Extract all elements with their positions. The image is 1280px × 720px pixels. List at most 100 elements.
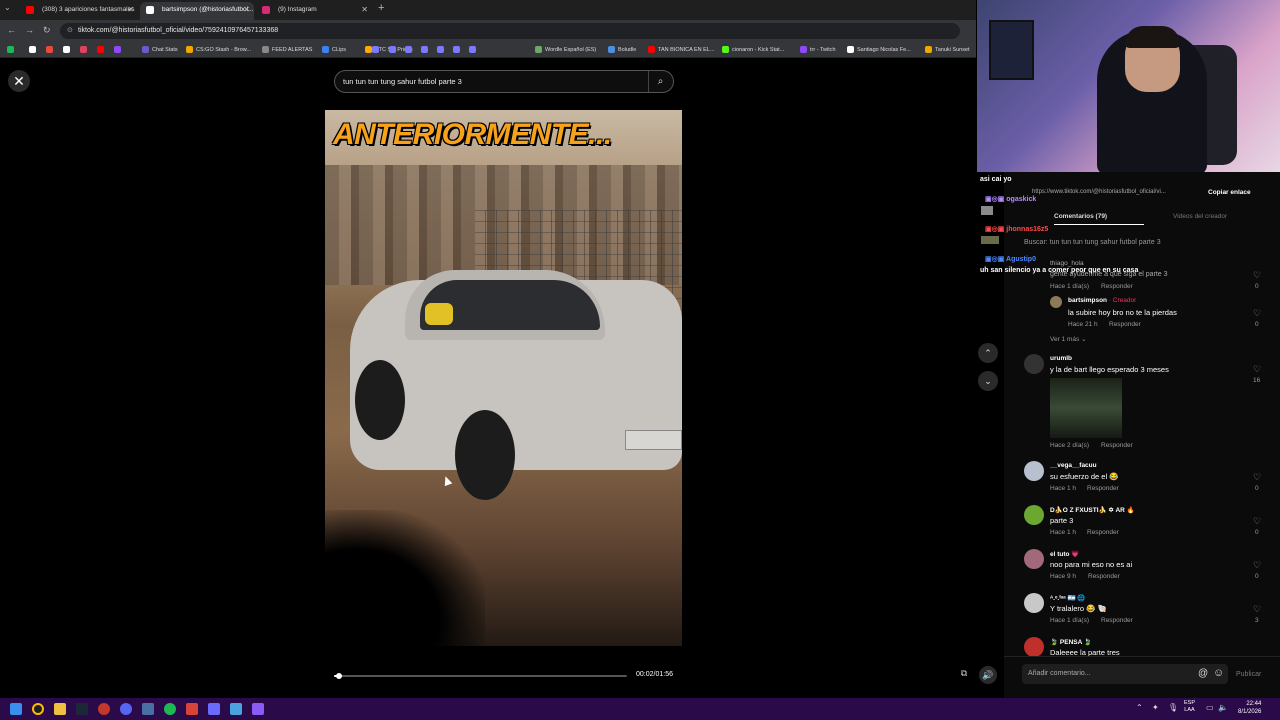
app-icon[interactable] <box>98 703 110 715</box>
mention-icon[interactable]: @ <box>1198 668 1208 679</box>
tab-instagram[interactable]: (9) Instagram ✕ <box>256 2 372 20</box>
avatar[interactable] <box>1024 593 1044 613</box>
new-tab-button[interactable]: + <box>378 2 384 14</box>
video-driver <box>425 303 453 325</box>
app-icon[interactable] <box>208 703 220 715</box>
bookmark-icon[interactable] <box>437 46 444 53</box>
site-info-icon[interactable]: ⊙ <box>67 23 73 39</box>
microphone-icon[interactable]: 🎙 <box>1168 703 1178 712</box>
reply-button[interactable]: Responder <box>1088 573 1120 580</box>
video-link: https://www.tiktok.com/@historiasfutbol_… <box>1032 189 1166 195</box>
close-video-button[interactable]: ✕ <box>8 70 30 92</box>
reply-button[interactable]: Responder <box>1101 442 1133 449</box>
next-video-button[interactable]: ⌄ <box>978 371 998 391</box>
avatar[interactable] <box>1024 549 1044 569</box>
bookmark-item[interactable]: trr - Twitch <box>800 45 836 55</box>
avatar[interactable] <box>1024 354 1044 374</box>
bookmark-item[interactable]: Chat Stats <box>142 45 178 55</box>
reply-button[interactable]: Responder <box>1087 485 1119 492</box>
discord-icon[interactable] <box>120 703 132 715</box>
keyboard-language[interactable]: ESP LAA <box>1184 700 1195 714</box>
comment-author[interactable]: D🍌O Z FXUSTI🍌 ✡ AR 🔥 <box>1050 506 1135 514</box>
bookmark-icon[interactable] <box>469 46 476 53</box>
tray-app-icon[interactable]: ✦ <box>1152 703 1159 712</box>
emoji-icon[interactable]: ☺ <box>1213 667 1224 679</box>
like-icon[interactable]: ♡ <box>1253 560 1261 571</box>
bookmark-icon[interactable] <box>453 46 460 53</box>
comment-author[interactable]: ᴬ.ᵉ.ᶠᵃᵃ 🇦🇷 🌐 <box>1050 594 1086 602</box>
copy-link-button[interactable]: Copiar enlace <box>1208 189 1251 196</box>
tab-creator-videos[interactable]: Videos del creador <box>1173 213 1227 220</box>
bookmark-item[interactable]: TAN BIONICA EN EL... <box>648 45 714 55</box>
avatar[interactable] <box>1024 461 1044 481</box>
floating-player-icon[interactable]: ⧉ <box>955 668 973 684</box>
tray-chevron-icon[interactable]: ⌃ <box>1136 703 1143 712</box>
search-input[interactable]: tun tun tun tung sahur futbol parte 3 <box>334 70 674 93</box>
comment-author[interactable]: bartsimpson · Creador <box>1068 297 1136 304</box>
bookmark-icon[interactable] <box>372 46 379 53</box>
bookmark-item[interactable]: Tanuki Sunset <box>925 45 970 55</box>
url-text: tiktok.com/@historiasfutbol_oficial/vide… <box>78 27 279 34</box>
steam-icon[interactable] <box>76 703 88 715</box>
bookmark-icon[interactable] <box>389 46 396 53</box>
bookmark-item[interactable]: FEED ALERTAS <box>262 45 312 55</box>
app-icon[interactable] <box>230 703 242 715</box>
like-icon[interactable]: ♡ <box>1253 364 1261 375</box>
bookmark-item[interactable]: Santiago Nicolas Fe... <box>847 45 911 55</box>
comment-image[interactable] <box>1050 378 1122 438</box>
tab-youtube[interactable]: (308) 3 apariciones fantasmales ✕ <box>20 2 138 20</box>
video-progress-knob[interactable] <box>335 673 342 679</box>
comment-author[interactable]: urumlb <box>1050 355 1072 362</box>
video-progress-bar[interactable] <box>334 675 627 677</box>
like-icon[interactable]: ♡ <box>1253 604 1261 615</box>
bookmark-item[interactable]: CS:GO Stash - Brow... <box>186 45 251 55</box>
avatar[interactable] <box>1024 505 1044 525</box>
network-icon[interactable]: ▭ <box>1206 703 1214 712</box>
volume-icon[interactable]: 🔈 <box>1218 703 1228 712</box>
video-player[interactable]: ANTERIORMENTE... <box>325 110 682 646</box>
like-icon[interactable]: ♡ <box>1253 472 1261 483</box>
bookmark-item[interactable]: Wordle Español (ES) <box>535 45 596 55</box>
like-icon[interactable]: ♡ <box>1253 516 1261 527</box>
app-icon[interactable] <box>252 703 264 715</box>
app-icon[interactable] <box>186 703 198 715</box>
search-hint[interactable]: Buscar: tun tun tun tung sahur futbol pa… <box>1024 239 1161 246</box>
volume-button[interactable]: 🔊 <box>979 666 997 684</box>
reload-icon[interactable]: ↻ <box>43 25 51 36</box>
back-icon[interactable]: ← <box>7 25 16 35</box>
like-icon[interactable]: ♡ <box>1253 308 1261 319</box>
search-icon[interactable]: ⌕ <box>648 71 672 92</box>
file-explorer-icon[interactable] <box>54 703 66 715</box>
avatar[interactable] <box>1024 637 1044 657</box>
avatar[interactable] <box>1050 296 1062 308</box>
bookmark-item[interactable]: cionaron - Kick Stat... <box>722 45 784 55</box>
app-icon[interactable] <box>142 703 154 715</box>
spotify-icon[interactable] <box>164 703 176 715</box>
previous-video-button[interactable]: ⌃ <box>978 343 998 363</box>
reply-button[interactable]: Responder <box>1101 283 1133 290</box>
forward-icon[interactable]: → <box>25 25 34 35</box>
like-icon[interactable]: ♡ <box>1253 270 1261 281</box>
bookmark-item[interactable]: CLips <box>322 45 346 55</box>
reply-button[interactable]: Responder <box>1109 321 1141 328</box>
url-field[interactable]: ⊙ tiktok.com/@historiasfutbol_oficial/vi… <box>60 23 960 39</box>
close-tab-icon[interactable]: ✕ <box>243 2 250 18</box>
bookmark-icon[interactable] <box>421 46 428 53</box>
comment-author[interactable]: __vega__facuu <box>1050 462 1097 469</box>
publish-button[interactable]: Publicar <box>1236 671 1261 678</box>
tab-search-icon[interactable]: ⌄ <box>4 3 11 12</box>
reply-button[interactable]: Responder <box>1101 617 1133 624</box>
close-tab-icon[interactable]: ✕ <box>127 2 134 18</box>
comment-author[interactable]: 🍃 PENSA 🍃 <box>1050 638 1092 646</box>
system-clock[interactable]: 22:44 8/1/2026 <box>1238 700 1261 716</box>
view-more-replies[interactable]: Ver 1 más ⌄ <box>1050 335 1087 343</box>
bookmark-item[interactable]: Boludle <box>608 45 636 55</box>
tab-tiktok[interactable]: bartsimpson (@historiasfutbol... ✕ <box>140 2 254 20</box>
close-tab-icon[interactable]: ✕ <box>361 2 368 18</box>
bookmark-icon[interactable] <box>405 46 412 53</box>
reply-button[interactable]: Responder <box>1087 529 1119 536</box>
comment-author[interactable]: el tuto 💗 <box>1050 550 1079 558</box>
tab-comments[interactable]: Comentarios (79) <box>1054 213 1107 220</box>
windows-start-icon[interactable] <box>10 703 22 715</box>
chrome-icon[interactable] <box>32 703 44 715</box>
